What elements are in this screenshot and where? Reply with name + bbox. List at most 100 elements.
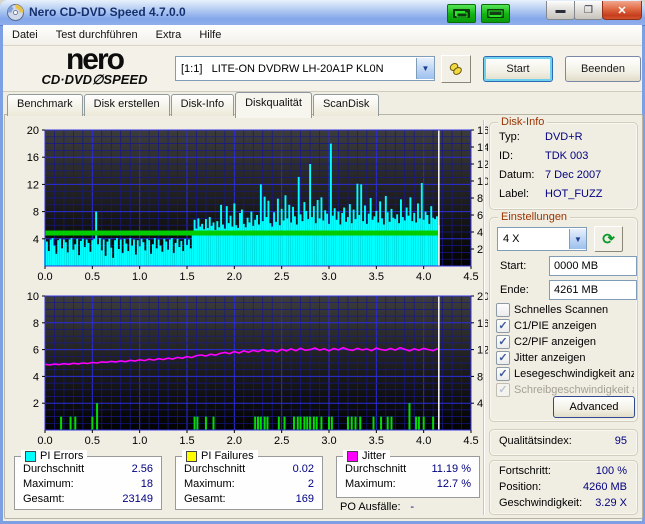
start-button[interactable]: Start bbox=[483, 56, 553, 82]
checkbox-icon bbox=[496, 319, 510, 333]
disk-date-row: Datum: bbox=[499, 169, 535, 181]
close-button[interactable]: ✕ bbox=[602, 1, 642, 20]
disk-type-value: DVD+R bbox=[545, 131, 583, 143]
speed-row: Geschwindigkeit: 3.29 X bbox=[499, 497, 627, 509]
toolbar: nero CD·DVD∅SPEED [1:1] LITE-ON DVDRW LH… bbox=[3, 43, 642, 92]
disk-id-row: ID: bbox=[499, 150, 514, 162]
svg-text:2: 2 bbox=[33, 398, 39, 410]
checkbox-c1-pie[interactable]: C1/PIE anzeigen bbox=[496, 319, 634, 333]
tab-disk-info[interactable]: Disk-Info bbox=[170, 94, 235, 116]
position-row: Position: 4260 MB bbox=[499, 481, 627, 493]
pi-errors-chart: 0.0 0.5 1.0 1.5 2.0 2.5 3.0 3.5 4.0 4.54812162024… bbox=[27, 125, 488, 283]
checkbox-icon bbox=[496, 383, 510, 397]
chevron-down-icon[interactable]: ▼ bbox=[569, 229, 586, 249]
speed-select[interactable]: 4 X ▼ bbox=[497, 227, 587, 251]
cdspeed-logo-text: CD·DVD∅SPEED bbox=[41, 72, 148, 87]
settings-title: Einstellungen bbox=[498, 211, 571, 223]
svg-text:20: 20 bbox=[27, 125, 39, 137]
quality-index-value: 95 bbox=[614, 435, 627, 447]
chevron-down-icon[interactable]: ▼ bbox=[416, 58, 434, 79]
svg-text:12: 12 bbox=[27, 179, 39, 191]
checkbox-schnelles-scannen[interactable]: Schnelles Scannen bbox=[496, 303, 634, 317]
app-window: Nero CD-DVD Speed 4.7.0.0 ▬ ❐ ✕ Datei Te… bbox=[0, 0, 645, 524]
svg-text:4.0: 4.0 bbox=[416, 271, 431, 283]
svg-text:10: 10 bbox=[27, 291, 39, 303]
pi-failures-title: PI Failures bbox=[201, 450, 254, 462]
start-input[interactable] bbox=[549, 256, 637, 276]
start-label: Start: bbox=[500, 260, 527, 272]
svg-text:4: 4 bbox=[33, 234, 39, 246]
pi-failures-box: PI Failures Durchschnitt 0.02 Maximum: 2 G… bbox=[175, 450, 323, 510]
svg-text:8: 8 bbox=[33, 207, 39, 219]
tab-scandisk[interactable]: ScanDisk bbox=[312, 94, 380, 116]
tab-bar: Benchmark Disk erstellen Disk-Info Diskq… bbox=[7, 92, 380, 118]
svg-text:6: 6 bbox=[33, 345, 39, 357]
checkbox-icon bbox=[496, 335, 510, 349]
refresh-button[interactable]: ⟳ bbox=[594, 226, 623, 252]
nero-logo-text: nero bbox=[65, 43, 125, 76]
quit-button[interactable]: Beenden bbox=[565, 56, 641, 82]
checkbox-c2-pif[interactable]: C2/PIF anzeigen bbox=[496, 335, 634, 349]
checkbox-icon bbox=[496, 351, 510, 365]
svg-text:0.0: 0.0 bbox=[37, 271, 52, 283]
speed-value: 4 X bbox=[503, 233, 520, 245]
menu-test-durchfuehren[interactable]: Test durchführen bbox=[47, 25, 147, 45]
disk-type-row: Typ: bbox=[499, 131, 520, 143]
nero-logo: nero CD·DVD∅SPEED bbox=[17, 43, 172, 87]
pi-errors-legend-swatch bbox=[25, 450, 36, 462]
options-tool-button[interactable] bbox=[441, 55, 471, 83]
svg-text:3.5: 3.5 bbox=[369, 271, 384, 283]
menu-datei[interactable]: Datei bbox=[3, 25, 47, 45]
cd-disc-icon bbox=[7, 4, 24, 21]
menu-hilfe[interactable]: Hilfe bbox=[190, 25, 230, 45]
jitter-title: Jitter bbox=[362, 450, 386, 462]
po-failures-row: PO Ausfälle: - bbox=[340, 501, 414, 513]
jitter-box: Jitter Durchschnitt 11.19 % Maximum: 12.7 … bbox=[336, 450, 480, 498]
disk-id-value: TDK 003 bbox=[545, 150, 589, 162]
refresh-icon: ⟳ bbox=[602, 231, 615, 248]
maximize-button[interactable]: ❐ bbox=[574, 1, 603, 20]
tab-diskqualitaet[interactable]: Diskqualität bbox=[235, 92, 312, 118]
tab-disk-erstellen[interactable]: Disk erstellen bbox=[83, 94, 170, 116]
svg-text:0.0: 0.0 bbox=[37, 435, 52, 447]
svg-text:0.5: 0.5 bbox=[85, 271, 100, 283]
drive-read-led-icon bbox=[447, 4, 476, 23]
hand-options-icon bbox=[449, 63, 462, 75]
svg-text:3.5: 3.5 bbox=[369, 435, 384, 447]
svg-text:1.0: 1.0 bbox=[132, 271, 147, 283]
svg-text:8: 8 bbox=[33, 318, 39, 330]
svg-text:3.0: 3.0 bbox=[321, 271, 336, 283]
title-bar: Nero CD-DVD Speed 4.7.0.0 ▬ ❐ ✕ bbox=[0, 0, 645, 26]
po-failures-value: - bbox=[410, 501, 414, 513]
window-title: Nero CD-DVD Speed 4.7.0.0 bbox=[29, 5, 186, 19]
svg-text:0.5: 0.5 bbox=[85, 435, 100, 447]
svg-text:1.0: 1.0 bbox=[132, 435, 147, 447]
jitter-pif-chart: 0.0 0.5 1.0 1.5 2.0 2.5 3.0 3.5 4.0 4.52468104812… bbox=[27, 291, 488, 447]
tab-benchmark[interactable]: Benchmark bbox=[7, 94, 83, 116]
svg-text:1.5: 1.5 bbox=[179, 271, 194, 283]
checkbox-schreibgeschwindigkeit[interactable]: Schreibgeschwindigkeit anzeigen bbox=[496, 383, 634, 397]
checkbox-icon bbox=[496, 303, 510, 317]
disk-date-value: 7 Dec 2007 bbox=[545, 169, 602, 181]
pi-errors-title: PI Errors bbox=[40, 450, 84, 462]
pi-errors-box: PI Errors Durchschnitt 2.56 Maximum: 18 Ge… bbox=[14, 450, 162, 510]
menu-extra[interactable]: Extra bbox=[147, 25, 191, 45]
minimize-button[interactable]: ▬ bbox=[546, 1, 575, 20]
svg-text:1.5: 1.5 bbox=[179, 435, 194, 447]
disk-info-title: Disk-Info bbox=[498, 116, 548, 128]
panel-divider bbox=[483, 120, 485, 515]
quality-index-row: Qualitätsindex: 95 bbox=[499, 435, 627, 447]
drive-selector[interactable]: [1:1] LITE-ON DVDRW LH-20A1P KL0N ▼ bbox=[175, 56, 435, 81]
advanced-button[interactable]: Advanced bbox=[553, 396, 635, 418]
checkbox-lesegeschwindigkeit[interactable]: Lesegeschwindigkeit anzeigen bbox=[496, 367, 634, 381]
end-input[interactable] bbox=[549, 280, 637, 300]
disk-label-row: Label: bbox=[499, 188, 529, 200]
svg-text:4.0: 4.0 bbox=[416, 435, 431, 447]
svg-text:16: 16 bbox=[27, 152, 39, 164]
end-label: Ende: bbox=[500, 284, 529, 296]
progress-row: Fortschritt: 100 % bbox=[499, 465, 627, 477]
disk-label-value: HOT_FUZZ bbox=[545, 188, 603, 200]
checkbox-jitter[interactable]: Jitter anzeigen bbox=[496, 351, 634, 365]
svg-text:4: 4 bbox=[33, 371, 39, 383]
pi-failures-legend-swatch bbox=[186, 450, 197, 462]
